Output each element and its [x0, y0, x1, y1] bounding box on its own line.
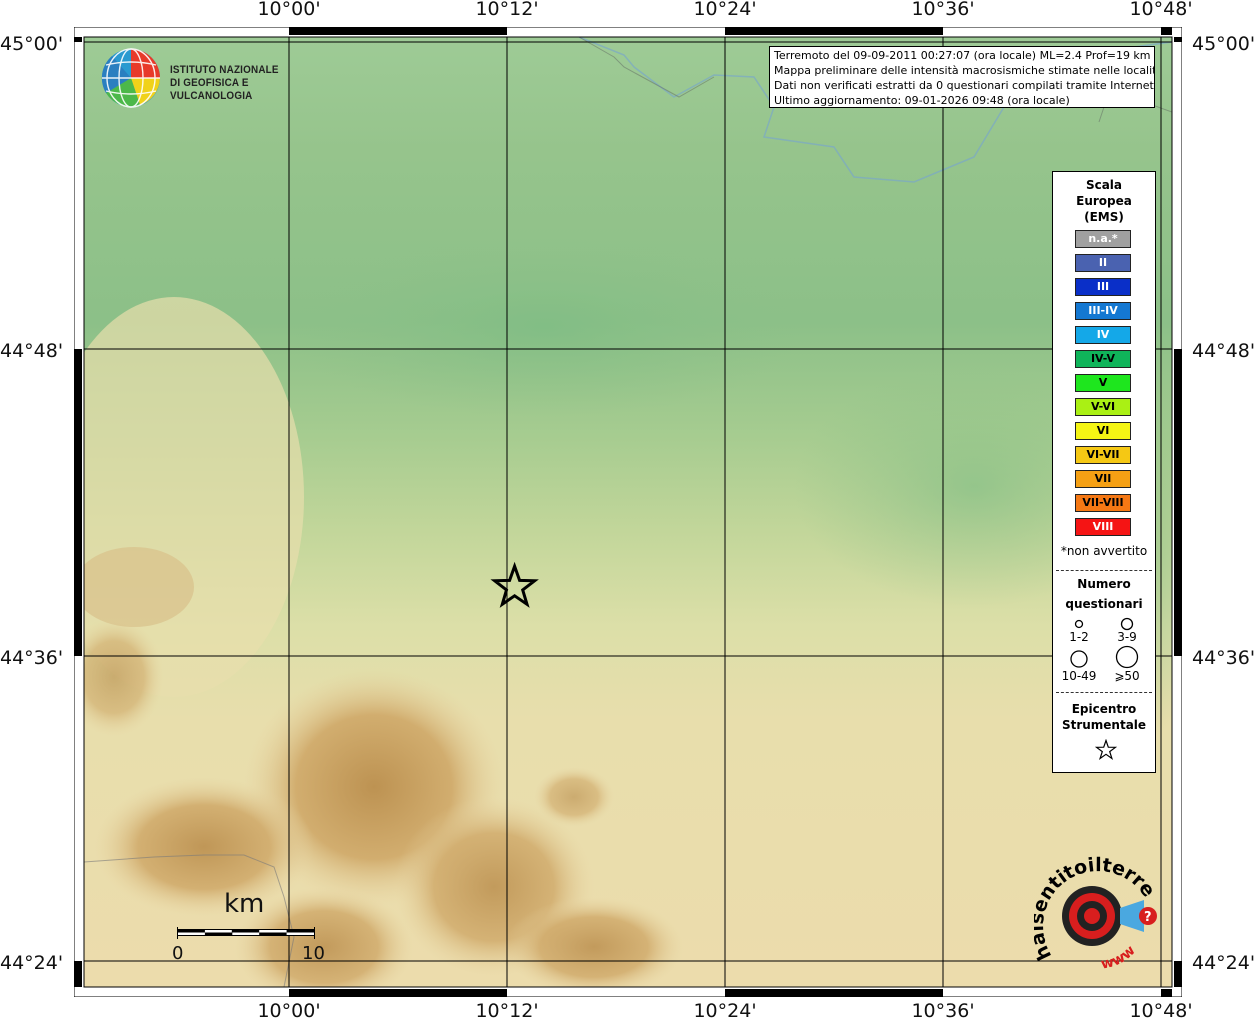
- scale-min-label: 0: [172, 943, 184, 964]
- lat-tick-left: 45°00': [0, 33, 64, 55]
- lon-tick-bottom: 10°00': [257, 1000, 321, 1022]
- count-class-4: ⩾50: [1114, 669, 1140, 683]
- frame-bar: [289, 27, 507, 35]
- lat-tick-right: 44°36': [1192, 647, 1256, 669]
- frame-bar: [74, 961, 82, 987]
- ems-level-13: VIII: [1075, 518, 1131, 536]
- legend-title: Scala Europea (EMS): [1053, 177, 1155, 225]
- event-info-box: Terremoto del 09-09-2011 00:27:07 (ora l…: [769, 46, 1155, 108]
- scale-max-label: 10: [302, 943, 325, 964]
- lon-tick-bottom: 10°36': [911, 1000, 975, 1022]
- frame-bar: [1174, 961, 1182, 987]
- lon-tick-top: 10°24': [693, 0, 757, 20]
- hai-sentito-logo-icon: haisentitoilterremoto.it www ?: [1024, 839, 1159, 973]
- ems-level-10: VI-VII: [1075, 446, 1131, 464]
- count-circle-medium-icon: [1120, 617, 1134, 631]
- event-info-line3: Dati non verificati estratti da 0 questi…: [774, 79, 1155, 92]
- ems-level-1: n.a.*: [1075, 230, 1131, 248]
- count-circle-small-icon: [1074, 619, 1084, 629]
- lat-tick-right: 44°48': [1192, 340, 1256, 362]
- frame-bar: [74, 37, 82, 42]
- lat-tick-left: 44°24': [0, 952, 64, 974]
- lat-tick-left: 44°48': [0, 340, 64, 362]
- legend-star-icon: [1095, 739, 1117, 761]
- map[interactable]: [74, 27, 1182, 997]
- ingv-name-line2: DI GEOFISICA E VULCANOLOGIA: [170, 77, 253, 102]
- frame-bar: [725, 989, 943, 997]
- scale-bar: km 0 10: [168, 887, 328, 967]
- epicenter-title-line2: Strumentale: [1061, 718, 1147, 732]
- lat-tick-right: 44°24': [1192, 952, 1256, 974]
- frame-bar: [1174, 349, 1182, 656]
- event-info-line4: Ultimo aggiornamento: 09-01-2026 09:48 (…: [774, 94, 1070, 107]
- lon-tick-bottom: 10°24': [693, 1000, 757, 1022]
- lon-tick-top: 10°36': [911, 0, 975, 20]
- event-info-line2: Mappa preliminare delle intensità macros…: [774, 64, 1155, 77]
- ingv-logo: ISTITUTO NAZIONALE DI GEOFISICA E VULCAN…: [100, 47, 330, 111]
- epicenter-title: Epicentro Strumentale: [1053, 701, 1155, 733]
- svg-text:www: www: [1100, 942, 1139, 972]
- lon-tick-top: 10°12': [475, 0, 539, 20]
- ems-level-5: IV: [1075, 326, 1131, 344]
- ems-level-4: III-IV: [1075, 302, 1131, 320]
- lon-tick-bottom: 10°12': [475, 1000, 539, 1022]
- ems-level-11: VII: [1075, 470, 1131, 488]
- ingv-name-line1: ISTITUTO NAZIONALE: [170, 64, 279, 76]
- epicenter-title-line1: Epicentro: [1071, 702, 1137, 716]
- lat-tick-left: 44°36': [0, 647, 64, 669]
- legend-title-line3: (EMS): [1084, 210, 1124, 224]
- frame-bar: [1174, 37, 1182, 42]
- ems-level-3: III: [1075, 278, 1131, 296]
- not-felt-note: *non avvertito: [1060, 544, 1148, 558]
- ems-level-12: VII-VIII: [1075, 494, 1131, 512]
- lon-tick-bottom: 10°48': [1129, 1000, 1193, 1022]
- frame-bar: [289, 989, 507, 997]
- scale-ruler: [177, 927, 315, 939]
- ingv-globe-icon: [101, 48, 160, 108]
- count-circle-xlarge-icon: [1115, 645, 1139, 669]
- count-title-line2: questionari: [1065, 597, 1143, 611]
- count-title-line1: Numero: [1077, 577, 1131, 591]
- frame-bar: [1161, 27, 1172, 35]
- ingv-name: ISTITUTO NAZIONALE DI GEOFISICA E VULCAN…: [170, 64, 314, 103]
- lon-tick-top: 10°00': [257, 0, 321, 20]
- count-class-3: 10-49: [1061, 669, 1097, 683]
- ems-level-9: VI: [1075, 422, 1131, 440]
- ems-level-2: II: [1075, 254, 1131, 272]
- count-circle-large-icon: [1070, 650, 1088, 668]
- hai-sentito-www: www: [1100, 942, 1139, 972]
- lat-tick-right: 45°00': [1192, 33, 1256, 55]
- ems-legend: Scala Europea (EMS) n.a.* II III III-IV IV IV…: [1052, 171, 1156, 773]
- legend-title-line1: Scala: [1085, 178, 1123, 192]
- legend-divider: [1056, 570, 1152, 571]
- ems-level-8: V-VI: [1075, 398, 1131, 416]
- ems-level-6: IV-V: [1075, 350, 1131, 368]
- event-info-line1: Terremoto del 09-09-2011 00:27:07 (ora l…: [774, 49, 1151, 62]
- count-class-2: 3-9: [1117, 630, 1137, 644]
- frame-bar: [1161, 989, 1172, 997]
- terrain-map[interactable]: [74, 27, 1182, 997]
- hai-sentito-logo[interactable]: haisentitoilterremoto.it www ?: [1024, 839, 1164, 976]
- legend-divider-2: [1056, 692, 1152, 693]
- ems-level-7: V: [1075, 374, 1131, 392]
- count-class-1: 1-2: [1069, 630, 1089, 644]
- lon-tick-top: 10°48': [1129, 0, 1193, 20]
- scale-unit: km: [224, 889, 265, 919]
- frame-bar: [74, 349, 82, 656]
- frame-bar: [725, 27, 943, 35]
- legend-title-line2: Europea: [1076, 194, 1132, 208]
- svg-text:?: ?: [1144, 910, 1152, 925]
- count-title: Numero questionari: [1053, 574, 1155, 614]
